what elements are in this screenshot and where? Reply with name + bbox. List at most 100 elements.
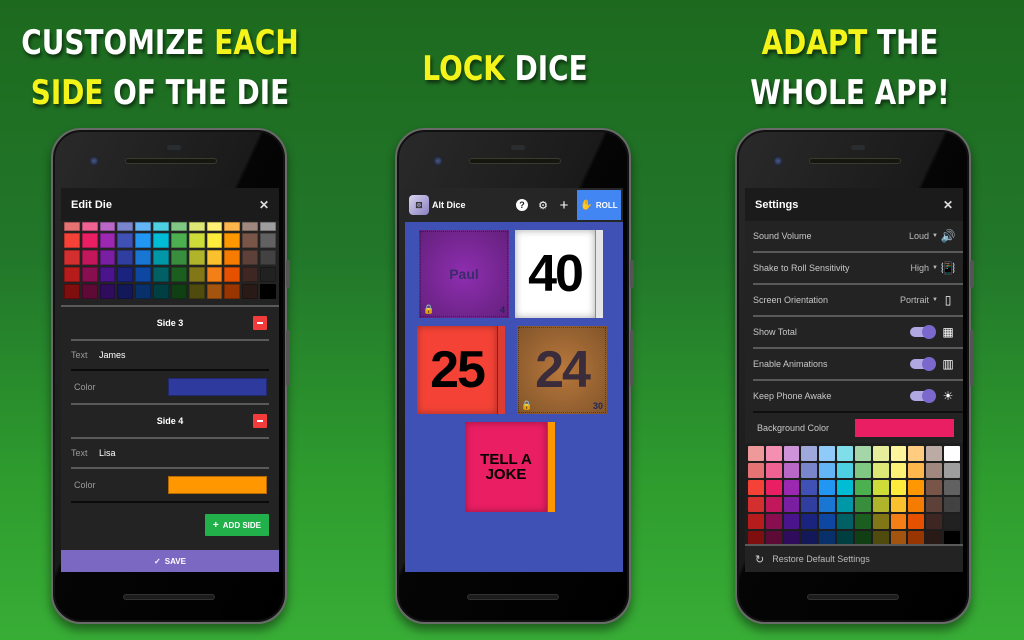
color-swatch[interactable] (890, 514, 907, 529)
die[interactable]: TELL A JOKE (465, 422, 555, 512)
color-swatch[interactable] (944, 514, 960, 529)
color-swatch[interactable] (135, 233, 152, 248)
setting-control[interactable]: ▦ (910, 325, 955, 339)
setting-row[interactable]: Show Total ▦ (745, 317, 963, 347)
roll-button[interactable]: ✋ ROLL (577, 190, 621, 220)
color-swatch[interactable] (801, 497, 818, 512)
color-swatch[interactable] (81, 233, 98, 248)
color-swatch[interactable] (872, 446, 889, 461)
color-swatch[interactable] (242, 233, 259, 248)
color-swatch[interactable] (783, 480, 800, 495)
setting-dropdown-value[interactable]: Loud (909, 231, 929, 241)
locked-die[interactable]: Paul 🔒 4 (419, 230, 509, 318)
color-swatch[interactable] (206, 250, 223, 265)
close-icon[interactable]: ✕ (943, 198, 953, 212)
setting-row[interactable]: Enable Animations ▥ (745, 349, 963, 379)
color-swatch[interactable] (188, 284, 205, 299)
color-swatch[interactable] (260, 267, 276, 282)
color-swatch[interactable] (890, 446, 907, 461)
color-swatch[interactable] (242, 284, 259, 299)
color-swatch[interactable] (801, 446, 818, 461)
color-swatch[interactable] (153, 222, 169, 231)
color-swatch[interactable] (188, 222, 205, 231)
color-swatch[interactable] (765, 480, 782, 495)
color-swatch[interactable] (801, 463, 818, 478)
color-swatch[interactable] (837, 514, 853, 529)
color-swatch[interactable] (224, 222, 241, 231)
color-swatch[interactable] (170, 250, 187, 265)
color-swatch[interactable] (783, 463, 800, 478)
color-swatch[interactable] (837, 497, 853, 512)
color-swatch[interactable] (224, 267, 241, 282)
lock-icon[interactable]: 🔒 (423, 304, 434, 315)
color-swatch[interactable] (748, 446, 764, 461)
color-swatch[interactable] (242, 250, 259, 265)
color-swatch[interactable] (908, 463, 925, 478)
setting-row[interactable]: Screen Orientation Portrait ▼ ▯ (745, 285, 963, 315)
color-swatch[interactable] (135, 222, 152, 231)
color-swatch[interactable] (117, 284, 134, 299)
color-swatch[interactable] (765, 497, 782, 512)
color-swatch[interactable] (854, 497, 871, 512)
setting-control[interactable]: High ▼ 📳 (911, 261, 956, 275)
setting-row[interactable]: Sound Volume Loud ▼ 🔊 (745, 221, 963, 251)
color-swatch[interactable] (153, 284, 169, 299)
color-swatch[interactable] (783, 514, 800, 529)
color-swatch[interactable] (117, 250, 134, 265)
color-swatch[interactable] (99, 284, 116, 299)
toggle-switch[interactable] (910, 389, 936, 403)
color-swatch[interactable] (170, 267, 187, 282)
color-swatch[interactable] (64, 250, 80, 265)
color-swatch[interactable] (890, 463, 907, 478)
color-swatch[interactable] (908, 514, 925, 529)
color-swatch[interactable] (81, 250, 98, 265)
remove-side-button[interactable] (253, 414, 267, 428)
color-swatch[interactable] (765, 446, 782, 461)
color-swatch[interactable] (854, 446, 871, 461)
color-swatch[interactable] (890, 497, 907, 512)
color-swatch[interactable] (837, 480, 853, 495)
color-swatch[interactable] (260, 222, 276, 231)
color-swatch[interactable] (926, 497, 943, 512)
color-swatch[interactable] (242, 267, 259, 282)
color-swatch[interactable] (819, 480, 836, 495)
color-swatch[interactable] (819, 463, 836, 478)
color-swatch[interactable] (908, 480, 925, 495)
color-swatch[interactable] (135, 284, 152, 299)
color-swatch[interactable] (81, 284, 98, 299)
color-swatch[interactable] (168, 476, 267, 494)
color-swatch[interactable] (170, 222, 187, 231)
setting-dropdown-value[interactable]: Portrait (900, 295, 929, 305)
color-swatch[interactable] (206, 267, 223, 282)
color-swatch[interactable] (748, 514, 764, 529)
color-swatch[interactable] (64, 233, 80, 248)
color-swatch[interactable] (854, 514, 871, 529)
color-swatch[interactable] (135, 267, 152, 282)
color-swatch[interactable] (819, 446, 836, 461)
color-swatch[interactable] (908, 446, 925, 461)
color-swatch[interactable] (117, 233, 134, 248)
color-swatch[interactable] (765, 514, 782, 529)
color-swatch[interactable] (81, 222, 98, 231)
color-swatch[interactable] (242, 222, 259, 231)
color-swatch[interactable] (944, 446, 960, 461)
color-swatch[interactable] (837, 463, 853, 478)
color-swatch[interactable] (64, 267, 80, 282)
color-swatch[interactable] (872, 497, 889, 512)
color-swatch[interactable] (890, 480, 907, 495)
color-swatch[interactable] (99, 222, 116, 231)
color-swatch[interactable] (944, 480, 960, 495)
toggle-switch[interactable] (910, 357, 936, 371)
toggle-switch[interactable] (910, 325, 936, 339)
text-value[interactable]: James (99, 350, 126, 360)
lock-icon[interactable]: 🔒 (521, 400, 532, 411)
color-swatch[interactable] (908, 497, 925, 512)
save-button[interactable]: ✓ SAVE (61, 550, 279, 572)
setting-control[interactable]: ☀ (910, 389, 955, 403)
color-swatch[interactable] (926, 446, 943, 461)
die[interactable]: 40 (515, 230, 603, 318)
color-swatch[interactable] (170, 284, 187, 299)
color-swatch[interactable] (801, 480, 818, 495)
color-swatch[interactable] (153, 250, 169, 265)
color-swatch[interactable] (872, 514, 889, 529)
